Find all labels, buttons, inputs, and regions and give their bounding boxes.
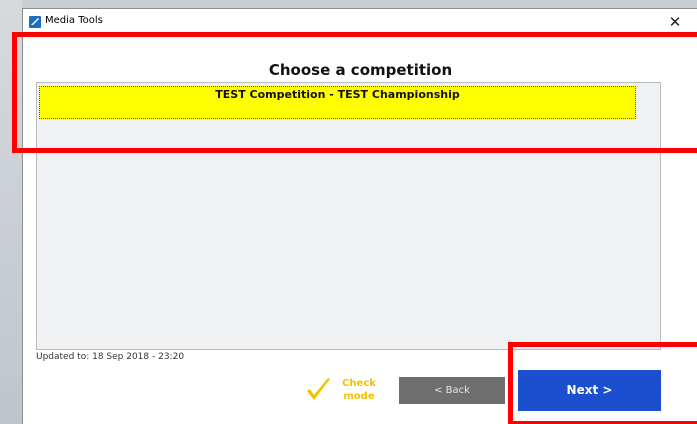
title-bar[interactable]: Media Tools ✕ [23,9,697,35]
check-mode-label[interactable]: Check mode [341,377,377,403]
competition-list[interactable]: TEST Competition - TEST Championship [36,82,661,350]
checkmark-icon[interactable] [303,375,333,409]
next-button[interactable]: Next > [518,370,661,411]
window-title: Media Tools [45,15,103,26]
desktop-backdrop [0,0,22,424]
updated-status: Updated to: 18 Sep 2018 - 23:20 [36,352,185,362]
media-tools-window: Media Tools ✕ Choose a competition TEST … [22,8,697,424]
check-mode-label-line2: mode [343,391,375,402]
back-button[interactable]: < Back [399,377,505,404]
competition-item-label: TEST Competition - TEST Championship [215,88,460,101]
app-icon [29,16,41,28]
competition-list-item[interactable]: TEST Competition - TEST Championship [39,86,636,119]
check-mode-label-line1: Check [342,378,376,389]
close-icon[interactable]: ✕ [653,9,697,35]
page-title: Choose a competition [268,61,453,79]
